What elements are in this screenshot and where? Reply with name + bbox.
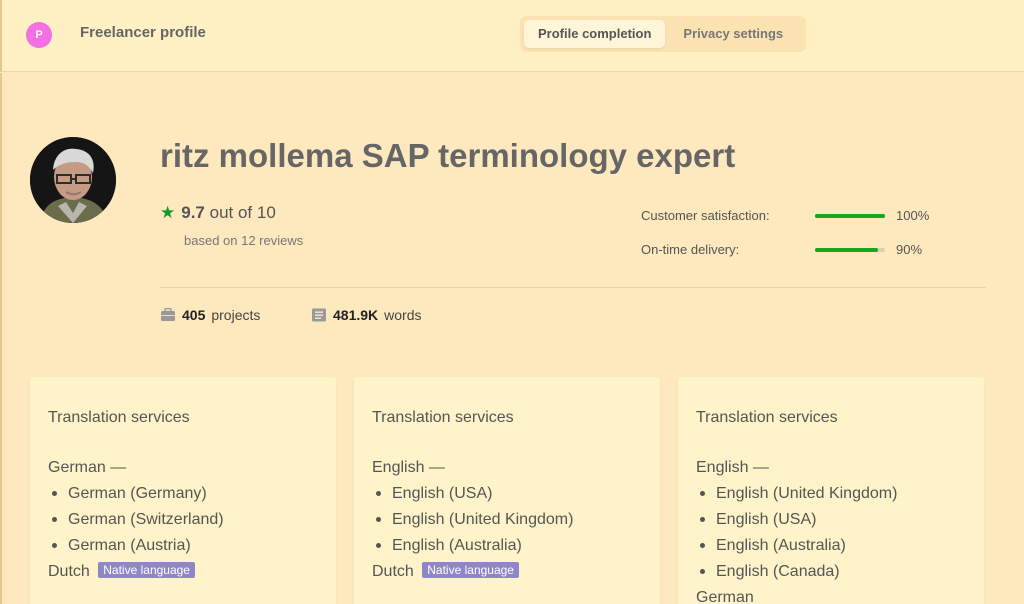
document-icon xyxy=(312,308,326,322)
profile-photo xyxy=(30,137,116,223)
source-language: German — xyxy=(48,459,127,476)
translation-service-card-3[interactable]: Translation services English — English (… xyxy=(678,377,984,604)
progress-bar xyxy=(815,248,885,252)
native-language-row: Dutch Native language xyxy=(372,559,648,585)
card-body: English — English (United Kingdom) Engli… xyxy=(696,455,972,604)
translation-service-card-1[interactable]: Translation services German — German (Ge… xyxy=(30,377,336,604)
card-title: Translation services xyxy=(372,409,514,426)
target-language: German (Austria) xyxy=(48,533,324,559)
target-language-list: English (United Kingdom) English (USA) E… xyxy=(696,481,972,585)
briefcase-icon xyxy=(161,308,175,321)
source-language: English — xyxy=(372,459,445,476)
projects-stat: 405 projects xyxy=(160,307,260,323)
star-icon: ★ xyxy=(160,203,176,222)
progress-fill xyxy=(815,248,878,252)
review-count: based on 12 reviews xyxy=(184,233,304,248)
target-language: German (Switzerland) xyxy=(48,507,324,533)
rating: ★ 9.7 out of 10 xyxy=(160,203,276,223)
profile-main: ritz mollema SAP terminology expert ★ 9.7… xyxy=(0,73,1024,604)
page-title: Freelancer profile xyxy=(80,24,206,41)
projects-count: 405 xyxy=(182,307,206,323)
words-label: words xyxy=(384,307,422,323)
card-body: German — German (Germany) German (Switze… xyxy=(48,455,324,585)
profile-photo-image xyxy=(30,137,116,223)
target-language: English (Canada) xyxy=(696,559,972,585)
card-body: English — English (USA) English (United … xyxy=(372,455,648,585)
target-language: English (USA) xyxy=(696,507,972,533)
target-language: English (Australia) xyxy=(372,533,648,559)
source-language: English — xyxy=(696,459,769,476)
target-language-list: German (Germany) German (Switzerland) Ge… xyxy=(48,481,324,559)
words-count: 481.9K xyxy=(333,307,379,323)
profile-tabs: Profile completion Privacy settings xyxy=(520,16,806,52)
target-language: English (Australia) xyxy=(696,533,972,559)
native-language: Dutch xyxy=(372,563,414,580)
top-navigation-bar: P Freelancer profile Profile completion … xyxy=(0,0,1024,72)
freelancer-name: ritz mollema SAP terminology expert xyxy=(160,137,736,174)
tab-privacy-settings[interactable]: Privacy settings xyxy=(669,20,797,48)
card-title: Translation services xyxy=(48,409,190,426)
target-language: English (United Kingdom) xyxy=(372,507,648,533)
progress-bar xyxy=(815,214,885,218)
native-language-row: Dutch Native language xyxy=(48,559,324,585)
metric-percent: 100% xyxy=(896,208,930,223)
words-stat: 481.9K words xyxy=(311,307,422,323)
rating-suffix: out of 10 xyxy=(209,203,276,222)
progress-fill xyxy=(815,214,885,218)
target-language: German (Germany) xyxy=(48,481,324,507)
section-divider xyxy=(160,287,986,288)
native-language-badge: Native language xyxy=(422,562,519,578)
target-language-list: English (USA) English (United Kingdom) E… xyxy=(372,481,648,559)
customer-satisfaction-metric: Customer satisfaction: 100% xyxy=(641,208,929,223)
metric-label: On-time delivery: xyxy=(641,242,740,257)
translation-service-card-2[interactable]: Translation services English — English (… xyxy=(354,377,660,604)
native-language-badge: Native language xyxy=(98,562,195,578)
on-time-delivery-metric: On-time delivery: 90% xyxy=(641,242,922,257)
target-language: English (USA) xyxy=(372,481,648,507)
metric-label: Customer satisfaction: xyxy=(641,208,770,223)
projects-label: projects xyxy=(211,307,261,323)
tab-profile-completion[interactable]: Profile completion xyxy=(524,20,666,48)
rating-value: 9.7 xyxy=(181,203,205,222)
card-title: Translation services xyxy=(696,409,838,426)
target-language: English (United Kingdom) xyxy=(696,481,972,507)
user-avatar[interactable]: P xyxy=(26,22,52,48)
additional-source-language: German xyxy=(696,589,754,604)
metric-percent: 90% xyxy=(896,242,923,257)
native-language: Dutch xyxy=(48,563,90,580)
